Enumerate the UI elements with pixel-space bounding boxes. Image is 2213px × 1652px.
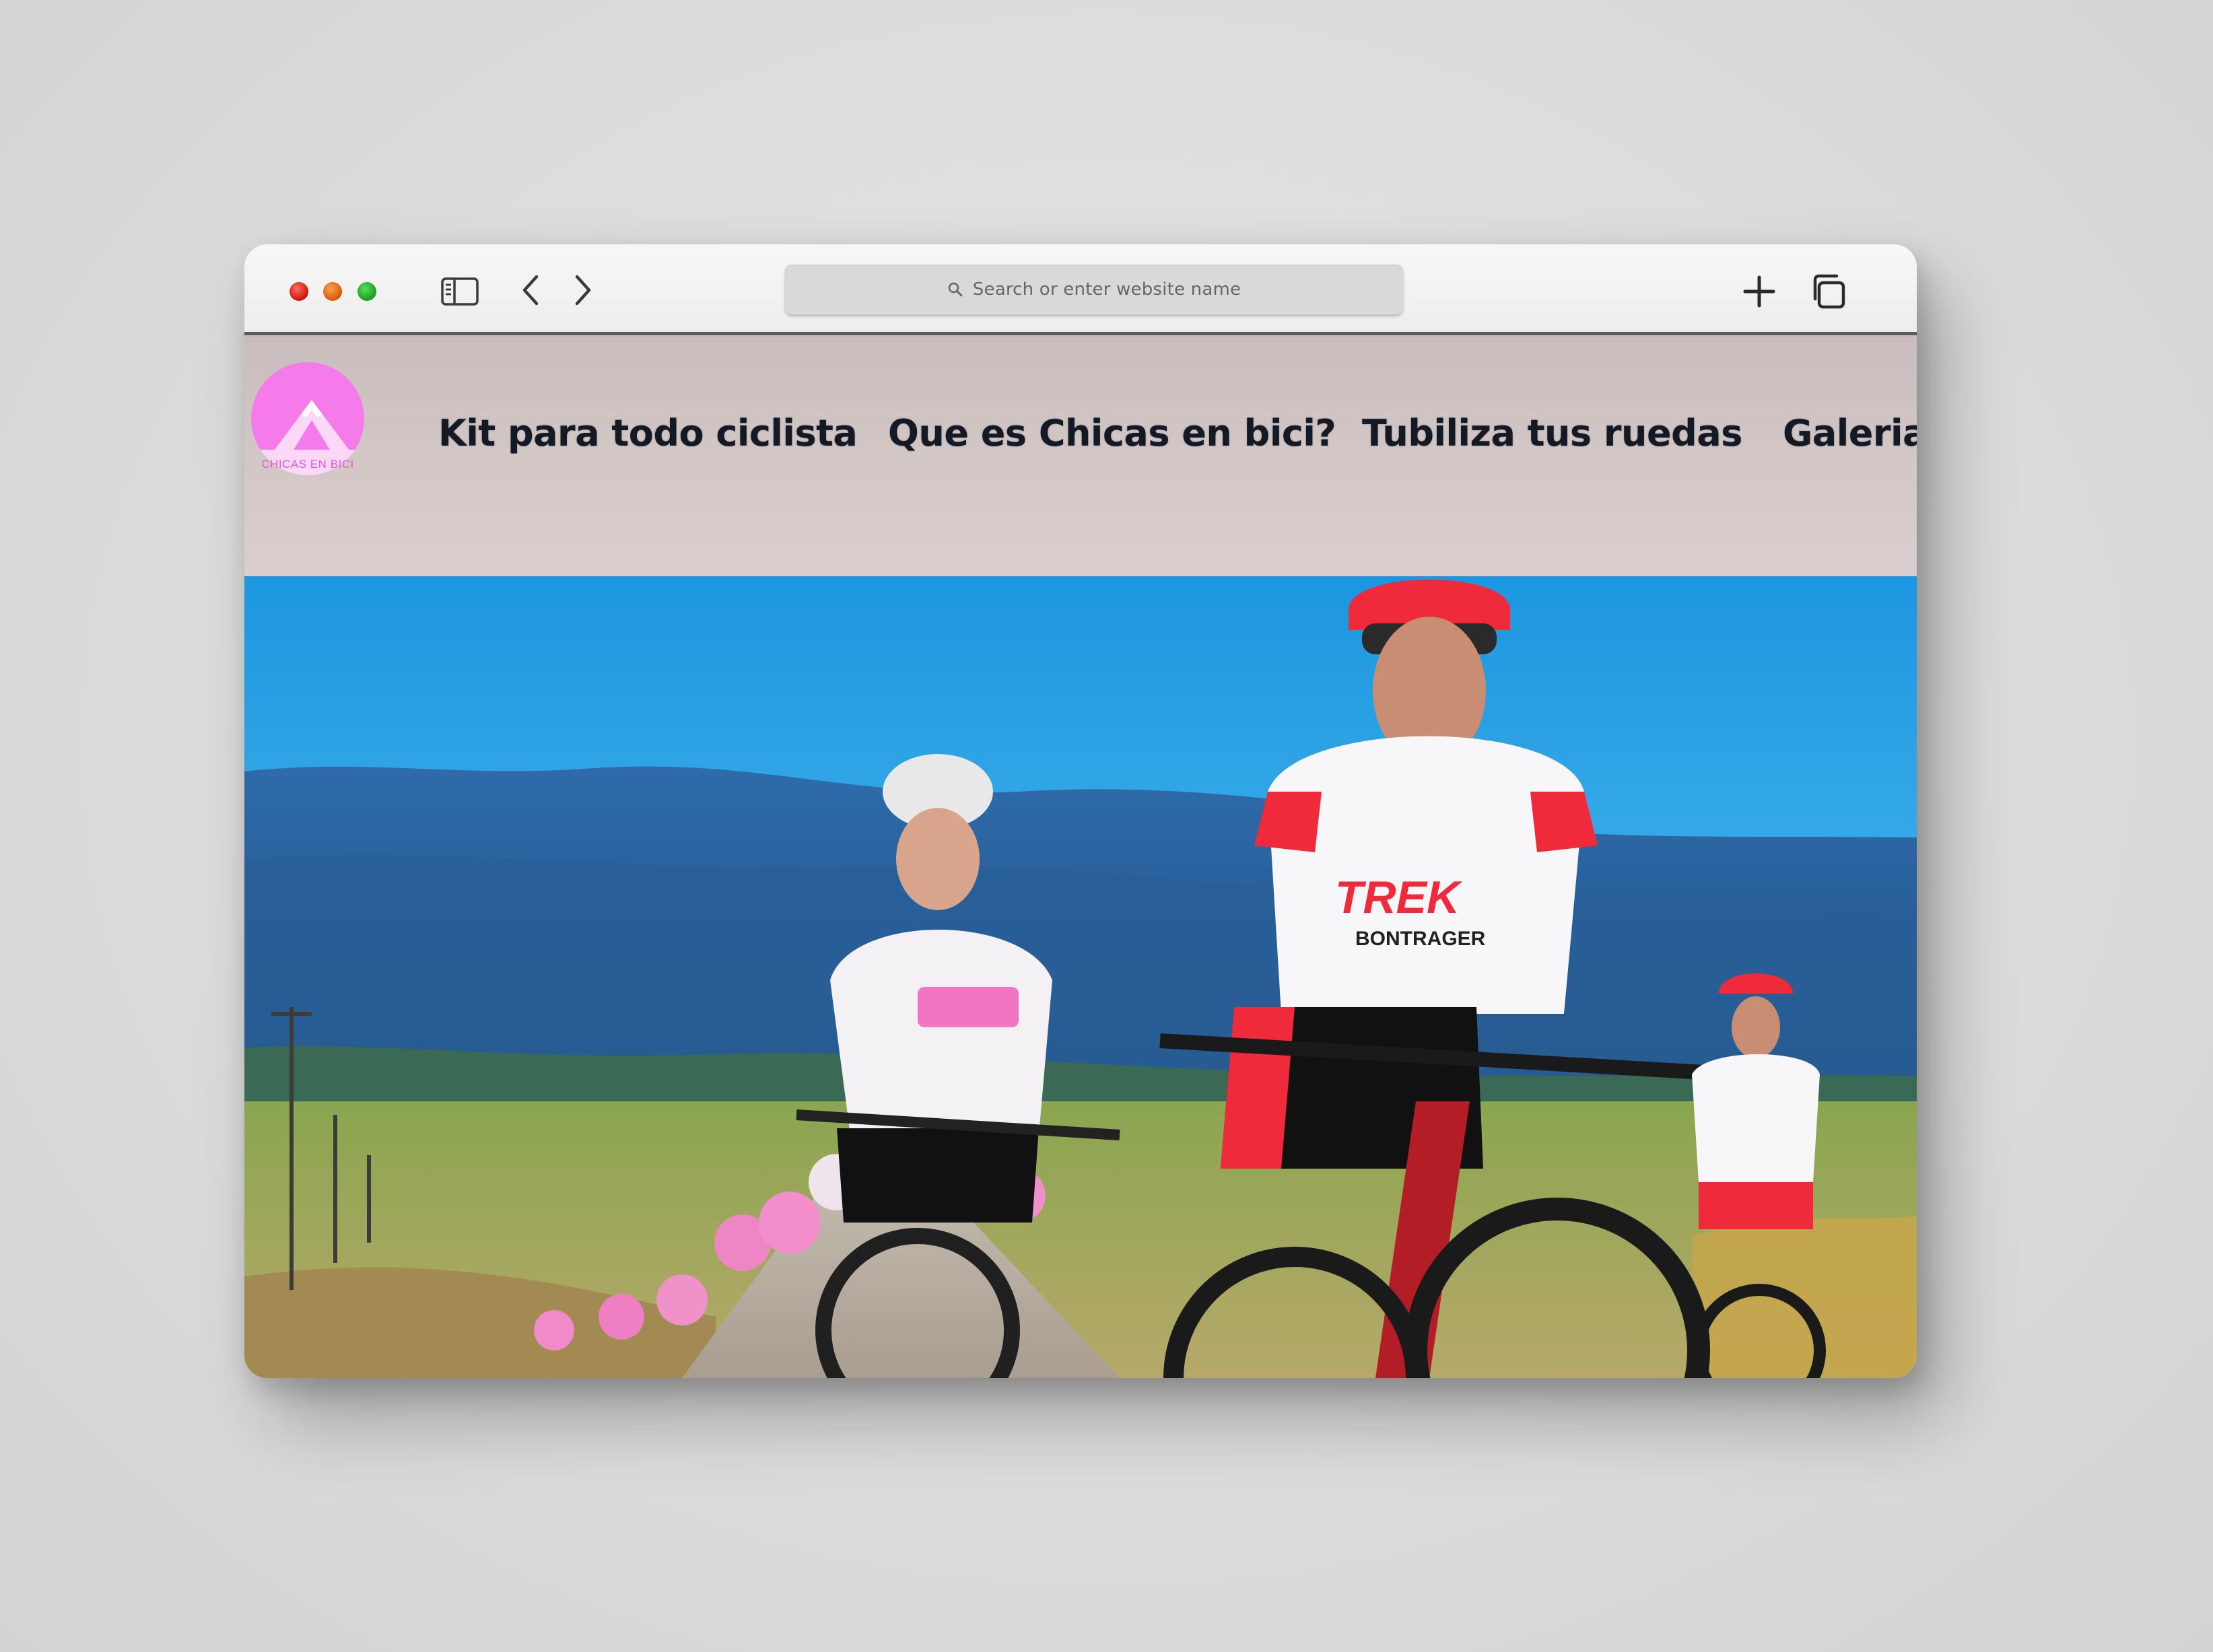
nav-item-galeria[interactable]: Galeria xyxy=(1783,412,1917,454)
nav-item-tubiliza[interactable]: Tubiliza tus ruedas xyxy=(1362,412,1742,454)
jersey-trek-text: TREK xyxy=(1335,872,1463,923)
zoom-window-button[interactable] xyxy=(358,282,376,301)
back-button[interactable] xyxy=(514,271,547,309)
site-header: CHICAS EN BICI Kit para todo ciclista Qu… xyxy=(244,335,1917,576)
nav-item-kit[interactable]: Kit para todo ciclista xyxy=(438,412,858,454)
plus-icon xyxy=(1743,275,1775,308)
address-bar-placeholder: Search or enter website name xyxy=(972,279,1241,300)
page-viewport: CHICAS EN BICI Kit para todo ciclista Qu… xyxy=(244,335,1917,1378)
tabs-overview-icon xyxy=(1813,274,1845,309)
main-nav: Kit para todo ciclista Que es Chicas en … xyxy=(244,335,1917,480)
hero-image: TREK BONTRAGER xyxy=(244,576,1917,1378)
browser-toolbar: Search or enter website name xyxy=(244,244,1917,335)
new-tab-button[interactable] xyxy=(1739,271,1779,312)
browser-window: Search or enter website name CHICAS EN B… xyxy=(244,244,1917,1378)
nav-item-que-es[interactable]: Que es Chicas en bici? xyxy=(888,412,1336,454)
sidebar-icon xyxy=(441,277,479,306)
close-window-button[interactable] xyxy=(290,282,308,301)
address-bar[interactable]: Search or enter website name xyxy=(785,265,1403,314)
jersey-bontrager-text: BONTRAGER xyxy=(1355,928,1486,950)
chevron-left-icon xyxy=(522,275,539,306)
forward-button[interactable] xyxy=(566,271,600,309)
minimize-window-button[interactable] xyxy=(323,282,342,301)
tabs-overview-button[interactable] xyxy=(1808,271,1848,312)
cyclists-photo: TREK BONTRAGER xyxy=(244,576,1917,1378)
chevron-right-icon xyxy=(575,275,591,306)
search-icon xyxy=(948,282,963,297)
sidebar-toggle-button[interactable] xyxy=(440,274,480,309)
